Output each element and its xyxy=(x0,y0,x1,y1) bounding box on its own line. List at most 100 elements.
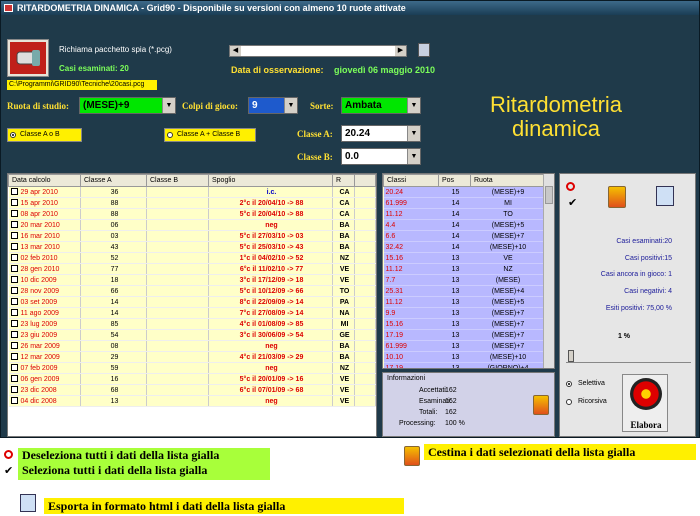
table-row[interactable]: 11 ago 2009 14 7°c il 27/08/09 -> 14 NA xyxy=(8,307,376,319)
chevron-down-icon[interactable]: ▼ xyxy=(284,98,297,113)
chevron-down-icon[interactable]: ▼ xyxy=(407,149,420,164)
ruota-select[interactable]: (MESE)+9 ▼ xyxy=(79,97,176,114)
row-checkbox[interactable] xyxy=(10,386,18,393)
select-all-icon[interactable]: ✔ xyxy=(568,196,577,209)
row-checkbox[interactable] xyxy=(10,331,18,338)
cell-date[interactable]: 07 feb 2009 xyxy=(8,362,81,374)
table-row[interactable]: 11.12 13 NZ xyxy=(383,263,544,275)
table-row[interactable]: 7.7 13 (MESE) xyxy=(383,274,544,286)
cell-date[interactable]: 28 gen 2010 xyxy=(8,263,81,275)
deselect-all-icon[interactable] xyxy=(566,182,575,191)
table-row[interactable]: 11.12 14 TO xyxy=(383,208,544,220)
col-header[interactable]: R xyxy=(332,174,355,187)
date-scrollbar[interactable]: ◀ ▶ xyxy=(229,45,407,57)
row-checkbox[interactable] xyxy=(10,265,18,272)
radio-dot[interactable] xyxy=(566,381,572,387)
monitor-icon[interactable] xyxy=(418,43,430,57)
col-header[interactable]: Ruota xyxy=(470,174,544,187)
cell-date[interactable]: 16 mar 2010 xyxy=(8,230,81,242)
cell-date[interactable]: 08 apr 2010 xyxy=(8,208,81,220)
table-row[interactable]: 20.24 15 (MESE)+9 xyxy=(383,186,544,198)
table-row[interactable]: 20 mar 2010 06 neg BA xyxy=(8,219,376,231)
table-row[interactable]: 28 nov 2009 66 5°c il 10/12/09 -> 66 TO xyxy=(8,285,376,297)
cell-date[interactable]: 28 nov 2009 xyxy=(8,285,81,297)
table-row[interactable]: 61.999 14 MI xyxy=(383,197,544,209)
row-checkbox[interactable] xyxy=(10,188,18,195)
table-row[interactable]: 6.6 14 (MESE)+7 xyxy=(383,230,544,242)
cell-date[interactable]: 20 mar 2010 xyxy=(8,219,81,231)
row-checkbox[interactable] xyxy=(10,353,18,360)
table-row[interactable]: 23 giu 2009 54 3°c il 30/06/09 -> 54 GE xyxy=(8,329,376,341)
scroll-right-icon[interactable]: ▶ xyxy=(395,46,406,56)
col-header[interactable]: Classe B xyxy=(146,174,209,187)
table-row[interactable]: 28 gen 2010 77 6°c il 11/02/10 -> 77 VE xyxy=(8,263,376,275)
scroll-thumb[interactable] xyxy=(545,186,553,204)
trash-icon[interactable] xyxy=(533,395,549,415)
table-row[interactable]: 17.19 13 (MESE)+7 xyxy=(383,329,544,341)
table-row[interactable]: 07 feb 2009 59 neg NZ xyxy=(8,362,376,374)
classe-a-select[interactable]: 20.24 ▼ xyxy=(341,125,421,142)
row-checkbox[interactable] xyxy=(10,364,18,371)
table-row[interactable]: 9.9 13 (MESE)+7 xyxy=(383,307,544,319)
radio-dot[interactable] xyxy=(167,132,173,138)
row-checkbox[interactable] xyxy=(10,287,18,294)
chevron-down-icon[interactable]: ▼ xyxy=(407,98,420,113)
table-row[interactable]: 10.10 13 (MESE)+10 xyxy=(383,351,544,363)
elabora-button[interactable]: Elabora xyxy=(622,374,668,432)
table-row[interactable]: 17.19 13 (GIORNO)+4 xyxy=(383,362,544,368)
classe-b-select[interactable]: 0.0 ▼ xyxy=(341,148,421,165)
table-row[interactable]: 4.4 14 (MESE)+5 xyxy=(383,219,544,231)
table-row[interactable]: 04 dic 2008 13 neg VE xyxy=(8,395,376,407)
row-checkbox[interactable] xyxy=(10,232,18,239)
cell-date[interactable]: 23 lug 2009 xyxy=(8,318,81,330)
table-row[interactable]: 12 mar 2009 29 4°c il 21/03/09 -> 29 BA xyxy=(8,351,376,363)
row-checkbox[interactable] xyxy=(10,342,18,349)
col-header[interactable]: Classe A xyxy=(80,174,147,187)
table-row[interactable]: 16 mar 2010 03 5°c il 27/03/10 -> 03 BA xyxy=(8,230,376,242)
row-checkbox[interactable] xyxy=(10,276,18,283)
table-row[interactable]: 06 gen 2009 16 5°c il 20/01/09 -> 16 VE xyxy=(8,373,376,385)
table-row[interactable]: 25.31 13 (MESE)+4 xyxy=(383,285,544,297)
cell-date[interactable]: 02 feb 2010 xyxy=(8,252,81,264)
sorte-select[interactable]: Ambata ▼ xyxy=(341,97,421,114)
col-header[interactable]: Data calcolo xyxy=(8,174,81,187)
cell-date[interactable]: 11 ago 2009 xyxy=(8,307,81,319)
table-row[interactable]: 15.16 13 VE xyxy=(383,252,544,264)
cell-date[interactable]: 23 dic 2008 xyxy=(8,384,81,396)
export-html-icon[interactable] xyxy=(656,186,674,206)
vertical-scrollbar[interactable] xyxy=(543,174,554,368)
col-header[interactable]: Pos xyxy=(438,174,471,187)
cell-date[interactable]: 13 mar 2010 xyxy=(8,241,81,253)
radio-dot[interactable] xyxy=(10,132,16,138)
cell-date[interactable]: 04 dic 2008 xyxy=(8,395,81,407)
row-checkbox[interactable] xyxy=(10,298,18,305)
classes-grid[interactable]: Classi Pos Ruota 20.24 15 (MESE)+9 61.999 14… xyxy=(382,173,555,369)
row-checkbox[interactable] xyxy=(10,375,18,382)
slider-thumb[interactable] xyxy=(568,350,574,362)
speed-slider[interactable] xyxy=(566,349,691,363)
table-row[interactable]: 10 dic 2009 18 3°c il 17/12/09 -> 18 VE xyxy=(8,274,376,286)
row-checkbox[interactable] xyxy=(10,243,18,250)
chevron-down-icon[interactable]: ▼ xyxy=(162,98,175,113)
load-package-button[interactable] xyxy=(7,39,49,77)
row-checkbox[interactable] xyxy=(10,199,18,206)
table-row[interactable]: 61.999 13 (MESE)+7 xyxy=(383,340,544,352)
cell-date[interactable]: 15 apr 2010 xyxy=(8,197,81,209)
col-header[interactable]: Spoglio xyxy=(208,174,333,187)
cell-date[interactable]: 12 mar 2009 xyxy=(8,351,81,363)
row-checkbox[interactable] xyxy=(10,221,18,228)
cell-date[interactable]: 03 set 2009 xyxy=(8,296,81,308)
table-row[interactable]: 23 lug 2009 85 4°c il 01/08/09 -> 85 MI xyxy=(8,318,376,330)
table-row[interactable]: 15.16 13 (MESE)+7 xyxy=(383,318,544,330)
radio-ricorsiva[interactable]: Ricorsiva xyxy=(566,398,607,405)
scroll-left-icon[interactable]: ◀ xyxy=(230,46,241,56)
row-checkbox[interactable] xyxy=(10,397,18,404)
table-row[interactable]: 11.12 13 (MESE)+5 xyxy=(383,296,544,308)
row-checkbox[interactable] xyxy=(10,254,18,261)
yellow-list-grid[interactable]: Data calcolo Classe A Classe B Spoglio R… xyxy=(7,173,377,437)
col-header[interactable]: Classi xyxy=(383,174,439,187)
colpi-select[interactable]: 9 ▼ xyxy=(248,97,298,114)
row-checkbox[interactable] xyxy=(10,309,18,316)
radio-classe-a-plus-b[interactable]: Classe A + Classe B xyxy=(164,128,256,142)
table-row[interactable]: 08 apr 2010 88 5°c il 20/04/10 -> 88 CA xyxy=(8,208,376,220)
